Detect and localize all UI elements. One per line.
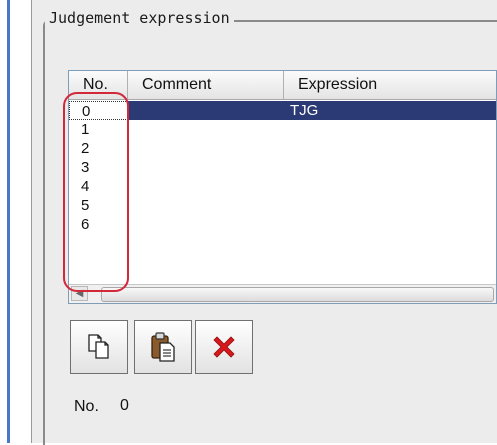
- row-no: 5: [81, 197, 90, 214]
- row-no: 1: [81, 121, 90, 138]
- scroll-left-arrow-icon[interactable]: ◀: [71, 286, 88, 301]
- window-edge-accent: [7, 0, 10, 443]
- table-row[interactable]: 3: [69, 158, 496, 177]
- scrollbar-thumb[interactable]: [101, 287, 494, 302]
- paste-button[interactable]: [134, 320, 192, 374]
- table-row[interactable]: 2: [69, 139, 496, 158]
- row-comment: [128, 177, 284, 196]
- copy-icon: [88, 334, 109, 359]
- expression-table[interactable]: No. Comment Expression 0 TJG 1 2 3 4 5 6…: [68, 70, 497, 304]
- table-row[interactable]: 1: [69, 120, 496, 139]
- row-comment: [128, 158, 284, 177]
- row-comment: [128, 139, 284, 158]
- row-expression: [284, 120, 496, 139]
- column-header-no[interactable]: No.: [69, 71, 128, 100]
- row-expression: [284, 139, 496, 158]
- delete-button[interactable]: [195, 320, 253, 374]
- row-expression: [284, 196, 496, 215]
- row-no: 0: [69, 101, 128, 120]
- row-comment: [128, 120, 284, 139]
- row-expression: [284, 177, 496, 196]
- selected-no-value: 0: [120, 397, 129, 414]
- row-comment: [128, 196, 284, 215]
- row-comment: [128, 101, 284, 120]
- row-expression: [284, 215, 496, 234]
- paste-icon: [151, 332, 175, 362]
- row-no: 3: [81, 159, 90, 176]
- column-header-expression[interactable]: Expression: [284, 71, 496, 100]
- table-body: 0 TJG 1 2 3 4 5 6: [69, 101, 496, 234]
- row-expression: TJG: [290, 102, 319, 119]
- row-no: 6: [81, 216, 90, 233]
- table-header: No. Comment Expression: [69, 71, 496, 100]
- table-row[interactable]: 4: [69, 177, 496, 196]
- selected-no-label: No.: [74, 398, 99, 415]
- row-no: 4: [81, 178, 90, 195]
- table-row[interactable]: 5: [69, 196, 496, 215]
- row-comment: [128, 215, 284, 234]
- delete-icon: [213, 336, 235, 358]
- row-expression: [284, 158, 496, 177]
- copy-button[interactable]: [70, 320, 128, 374]
- table-row[interactable]: 0 TJG: [69, 101, 496, 120]
- horizontal-scrollbar[interactable]: ◀: [69, 284, 496, 303]
- table-row[interactable]: 6: [69, 215, 496, 234]
- group-title: Judgement expression: [45, 8, 234, 28]
- row-no: 2: [81, 140, 90, 157]
- column-header-comment[interactable]: Comment: [128, 71, 284, 100]
